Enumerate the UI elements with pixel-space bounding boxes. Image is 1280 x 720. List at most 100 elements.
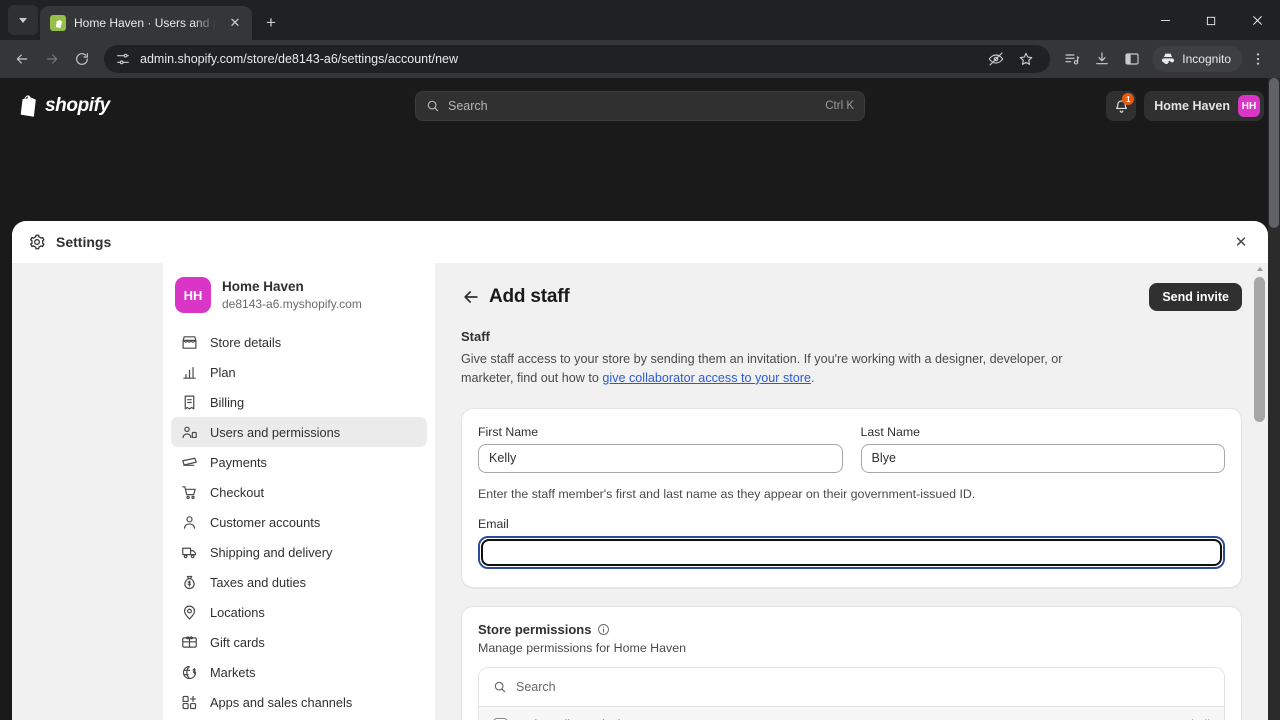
eye-slash-icon[interactable] — [982, 45, 1010, 73]
store-switcher-button[interactable]: Home Haven HH — [1144, 91, 1264, 121]
sidebar-store-name: Home Haven — [222, 278, 304, 294]
download-icon[interactable] — [1088, 45, 1116, 73]
tab-search-button[interactable] — [8, 5, 38, 35]
permissions-search-placeholder: Search — [516, 679, 556, 694]
back-arrow-icon[interactable] — [461, 287, 481, 307]
tune-icon[interactable] — [114, 50, 132, 68]
staff-form-card: First Name Last Name Enter the staff mem… — [461, 407, 1242, 588]
first-name-input[interactable] — [478, 443, 843, 473]
sidebar-item-label: Customer accounts — [210, 514, 321, 530]
sidebar-item-billing[interactable]: Billing — [171, 387, 427, 417]
avatar: HH — [1238, 95, 1260, 117]
three-dot-menu-icon[interactable] — [1244, 45, 1272, 73]
sidebar-item-label: Plan — [210, 364, 236, 380]
shopify-logo[interactable]: shopify — [16, 94, 110, 118]
last-name-field-group: Last Name — [860, 424, 1225, 473]
collaborator-access-link[interactable]: give collaborator access to your store — [602, 371, 811, 385]
sidebar-item-users-and-permissions[interactable]: Users and permissions — [171, 417, 427, 447]
scroll-up-arrow-icon[interactable] — [1253, 263, 1266, 275]
last-name-label: Last Name — [860, 424, 920, 439]
chevron-down-icon — [19, 17, 27, 23]
sidebar-item-apps-and-sales-channels[interactable]: Apps and sales channels — [171, 687, 427, 717]
page-title: Settings — [56, 234, 112, 250]
permissions-subtitle: Manage permissions for Home Haven — [478, 640, 686, 655]
permissions-title-row: Store permissions — [478, 622, 1225, 637]
sidebar-item-store-details[interactable]: Store details — [171, 327, 427, 357]
sidebar-item-taxes-and-duties[interactable]: Taxes and duties — [171, 567, 427, 597]
sidebar-item-label: Payments — [210, 454, 267, 470]
settings-nav: Store details Plan Billing Users and permis… — [163, 327, 435, 720]
sidebar-item-label: Shipping and delivery — [210, 544, 333, 560]
sidebar-item-label: Gift cards — [210, 634, 265, 650]
money-bag-icon — [181, 574, 198, 591]
sidebar-item-shipping-and-delivery[interactable]: Shipping and delivery — [171, 537, 427, 567]
staff-section-description: Give staff access to your store by sendi… — [461, 350, 1101, 388]
brand-name: shopify — [45, 95, 110, 116]
sidebar-item-gift-cards[interactable]: Gift cards — [171, 627, 427, 657]
sidebar-item-label: Users and permissions — [210, 424, 341, 440]
reload-icon[interactable] — [68, 45, 96, 73]
sidebar-item-locations[interactable]: Locations — [171, 597, 427, 627]
minimize-icon[interactable] — [1142, 0, 1188, 40]
new-tab-button[interactable]: + — [260, 12, 282, 34]
settings-sidebar: HH Home Haven de8143-a6.myshopify.com St… — [163, 263, 435, 720]
staff-section-heading: Staff — [461, 329, 490, 344]
tab-close-icon[interactable]: ✕ — [224, 12, 246, 34]
app-topbar: shopify Search Ctrl K 1 Home Haven HH — [0, 78, 1280, 134]
sidebar-item-label: Markets — [210, 664, 256, 680]
sidebar-item-label: Apps and sales channels — [210, 694, 353, 710]
topbar-right: 1 Home Haven HH — [1106, 91, 1264, 121]
permissions-search-input[interactable]: Search — [479, 667, 1224, 706]
store-permissions-card: Store permissions Manage permissions for… — [461, 605, 1242, 720]
close-icon[interactable] — [1234, 0, 1280, 40]
email-field[interactable] — [480, 537, 1223, 567]
sidebar-item-plan[interactable]: Plan — [171, 357, 427, 387]
sidebar-item-checkout[interactable]: Checkout — [171, 477, 427, 507]
browser-tab[interactable]: Home Haven · Users and permi ✕ — [40, 6, 252, 40]
tab-title: Home Haven · Users and permi — [74, 16, 216, 30]
permissions-header: Store permissions Manage permissions for… — [462, 607, 1241, 667]
back-arrow-icon[interactable] — [8, 45, 36, 73]
star-icon[interactable] — [1012, 45, 1040, 73]
window-controls — [1142, 0, 1280, 40]
add-staff-title: Add staff — [489, 286, 570, 307]
globe-currency-icon — [181, 664, 198, 681]
sidebar-item-customer-accounts[interactable]: Customer accounts — [171, 507, 427, 537]
global-search-input[interactable]: Search Ctrl K — [415, 91, 865, 121]
scrollbar-thumb[interactable] — [1254, 277, 1265, 422]
chart-icon — [181, 364, 198, 381]
name-help-text: Enter the staff member's first and last … — [478, 486, 976, 501]
send-invite-button[interactable]: Send invite — [1149, 283, 1242, 311]
address-bar[interactable]: admin.shopify.com/store/de8143-a6/settin… — [104, 45, 1051, 73]
first-name-label: First Name — [478, 424, 539, 439]
shopify-bag-icon — [50, 15, 66, 31]
side-panel-icon[interactable] — [1118, 45, 1146, 73]
email-field-group: Email — [478, 517, 1225, 569]
search-shortcut: Ctrl K — [825, 100, 854, 112]
forward-arrow-icon[interactable] — [38, 45, 66, 73]
close-icon[interactable]: ✕ — [1228, 229, 1254, 255]
gift-card-icon — [181, 634, 198, 651]
settings-modal: Settings ✕ HH Home Haven de8143-a6.mysho… — [12, 221, 1268, 720]
select-all-permissions-row[interactable]: Select all permissions Expand all — [479, 705, 1224, 720]
email-focus-ring — [478, 535, 1225, 569]
info-circle-icon[interactable] — [597, 623, 610, 636]
first-name-field-group: First Name — [478, 425, 843, 473]
tab-strip: Home Haven · Users and permi ✕ + — [0, 0, 1280, 40]
sidebar-item-payments[interactable]: Payments — [171, 447, 427, 477]
sidebar-store-domain: de8143-a6.myshopify.com — [222, 297, 362, 312]
media-control-icon[interactable] — [1058, 45, 1086, 73]
staff-description-period: . — [811, 370, 815, 385]
truck-icon — [181, 544, 198, 561]
incognito-indicator[interactable]: Incognito — [1152, 46, 1242, 72]
maximize-icon[interactable] — [1188, 0, 1234, 40]
sidebar-store-card[interactable]: HH Home Haven de8143-a6.myshopify.com — [163, 271, 435, 327]
notifications-button[interactable]: 1 — [1106, 91, 1137, 121]
page-scrollbar[interactable] — [1268, 78, 1280, 720]
page-scrollbar-thumb[interactable] — [1269, 78, 1279, 228]
cart-icon — [181, 484, 198, 501]
last-name-input[interactable] — [860, 443, 1225, 473]
settings-scrollbar[interactable] — [1253, 263, 1266, 720]
settings-modal-header: Settings ✕ — [12, 221, 1268, 263]
sidebar-item-markets[interactable]: Markets — [171, 657, 427, 687]
